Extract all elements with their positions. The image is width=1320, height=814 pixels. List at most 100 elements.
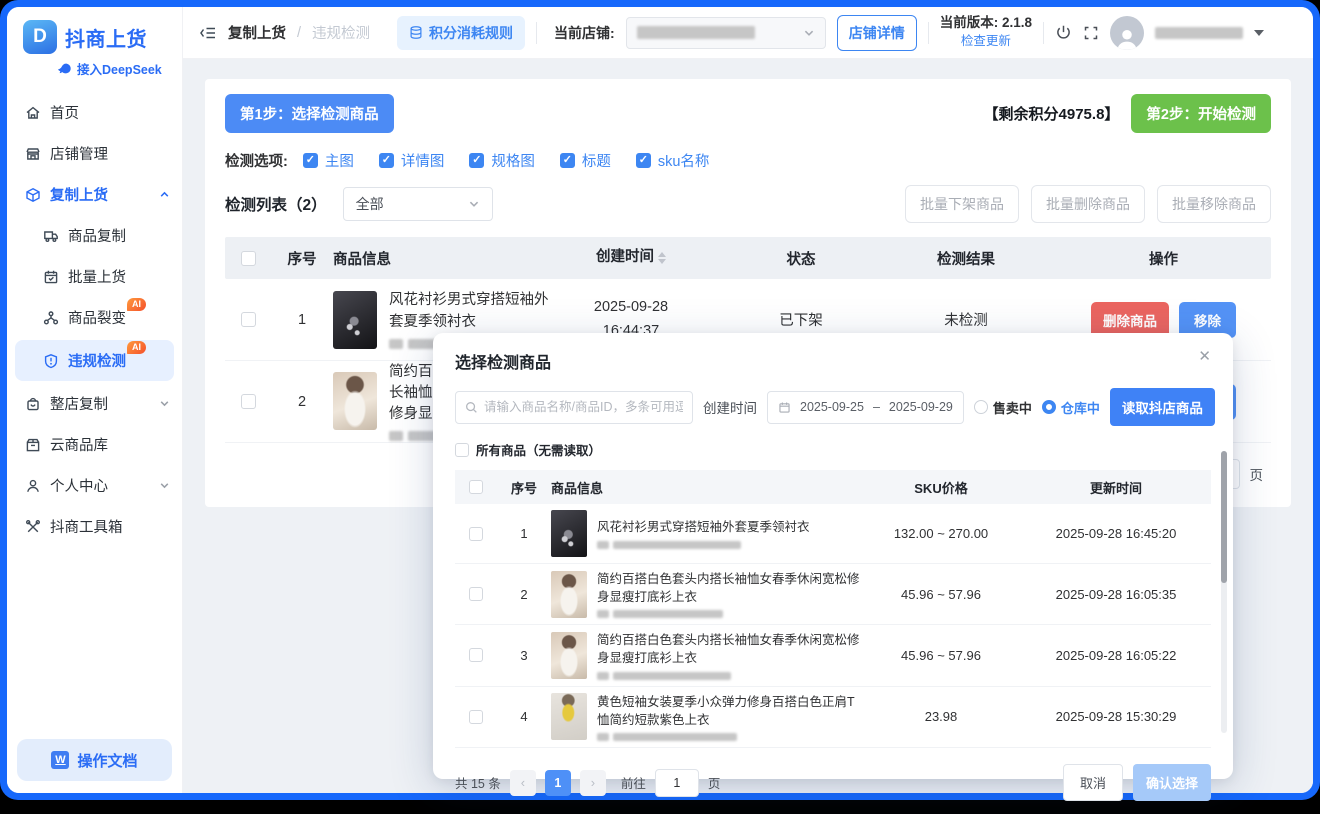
sidebar-item-label: 商品裂变 AI xyxy=(68,298,146,328)
collapse-sidebar-icon[interactable] xyxy=(199,25,217,41)
sidebar-item-label: 抖商工具箱 xyxy=(50,520,123,536)
date-end: 2025-09-29 xyxy=(888,400,953,414)
chevron-up-icon xyxy=(159,189,170,200)
ai-badge: AI xyxy=(127,298,146,311)
select-all-checkbox[interactable] xyxy=(240,250,256,266)
sidebar-item-label: 首页 xyxy=(50,106,79,122)
redacted-store-name xyxy=(636,26,755,39)
search-input[interactable] xyxy=(484,400,683,414)
col-header-info: 商品信息 xyxy=(333,251,391,268)
date-range-picker[interactable]: 2025-09-25 – 2025-09-29 xyxy=(767,390,964,424)
product-title: 风花衬衫男式穿搭短袖外套夏季领衬衣 xyxy=(389,292,549,330)
current-page-button[interactable]: 1 xyxy=(544,769,571,796)
sidebar-item-toolbox[interactable]: 抖商工具箱 xyxy=(7,506,182,547)
fullscreen-icon[interactable] xyxy=(1083,25,1099,41)
chevron-down-icon xyxy=(159,398,170,409)
row-checkbox[interactable] xyxy=(469,526,483,541)
deepseek-banner: 接入DeepSeek xyxy=(7,54,182,86)
option-title[interactable]: 标题 xyxy=(559,150,611,171)
checkbox[interactable] xyxy=(559,153,575,168)
product-search-box[interactable] xyxy=(455,390,693,424)
sidebar-item-label: 违规检测 AI xyxy=(68,341,146,371)
sidebar-item-copy-upload[interactable]: 复制上货 xyxy=(7,174,182,215)
sidebar-item-violation-check[interactable]: 违规检测 AI xyxy=(15,340,174,381)
row-checkbox[interactable] xyxy=(469,587,483,602)
sidebar-item-label: 批量上货 xyxy=(68,270,126,286)
checkbox[interactable] xyxy=(302,153,318,168)
fetch-store-products-button[interactable]: 读取抖店商品 xyxy=(1109,388,1215,426)
sidebar-item-store-management[interactable]: 店铺管理 xyxy=(7,133,182,174)
store-detail-button[interactable]: 店铺详情 xyxy=(836,14,917,51)
close-icon[interactable]: ✕ xyxy=(1198,349,1211,364)
caret-down-icon[interactable] xyxy=(1253,29,1264,36)
radio-icon[interactable] xyxy=(973,400,988,414)
row-checkbox[interactable] xyxy=(469,648,483,663)
checkbox[interactable] xyxy=(469,153,485,168)
user-avatar[interactable] xyxy=(1109,15,1144,50)
batch-unshelve-button[interactable]: 批量下架商品 xyxy=(905,185,1019,223)
operation-docs-button[interactable]: W 操作文档 xyxy=(17,739,172,781)
scrollbar-thumb[interactable] xyxy=(1221,451,1227,583)
goto-label: 前往 xyxy=(620,777,646,791)
row-index: 4 xyxy=(520,709,528,725)
sidebar-item-cloud-product-library[interactable]: 云商品库 xyxy=(7,424,182,465)
table-header-row: 序号 商品信息 创建时间 状态 检测结果 操作 xyxy=(225,237,1271,279)
power-icon[interactable] xyxy=(1055,24,1072,41)
checkbox[interactable] xyxy=(378,153,394,168)
sidebar-item-product-fission[interactable]: 商品裂变 AI xyxy=(7,297,182,338)
row-checkbox[interactable] xyxy=(469,709,483,724)
sidebar-item-home[interactable]: 首页 xyxy=(7,92,182,133)
breadcrumb-root[interactable]: 复制上货 xyxy=(228,22,286,43)
sidebar-item-personal-center[interactable]: 个人中心 xyxy=(7,465,182,506)
select-all-checkbox[interactable] xyxy=(469,480,483,494)
store-select[interactable] xyxy=(625,16,826,49)
sort-icon[interactable] xyxy=(658,251,666,264)
prev-page-button[interactable]: ‹ xyxy=(509,769,536,796)
radio-warehouse[interactable]: 仓库中 xyxy=(1041,398,1100,417)
radio-selling[interactable]: 售卖中 xyxy=(973,398,1032,417)
col-header-ctime[interactable]: 创建时间 xyxy=(536,246,726,269)
total-count: 共 15 条 xyxy=(455,777,501,791)
product-title: 简约百搭白色套头内搭长袖恤女春季休闲宽松修身显瘦打底衫上衣 xyxy=(597,633,860,666)
radio-icon[interactable] xyxy=(1041,400,1056,414)
step1-select-products-button[interactable]: 第1步：选择检测商品 xyxy=(225,94,394,133)
cube-icon xyxy=(26,187,40,202)
all-products-row[interactable]: 所有商品（无需读取） xyxy=(455,440,1211,459)
row-index: 1 xyxy=(520,526,528,541)
whale-icon xyxy=(58,63,71,74)
option-spec-image[interactable]: 规格图 xyxy=(469,150,535,171)
goto-page-input[interactable] xyxy=(654,768,699,797)
check-update-link[interactable]: 检查更新 xyxy=(940,33,1032,51)
bag-icon xyxy=(27,397,39,410)
next-page-button[interactable]: › xyxy=(579,769,606,796)
calendar-icon xyxy=(779,401,790,413)
points-rule-button[interactable]: 积分消耗规则 xyxy=(397,15,526,50)
option-detail-image[interactable]: 详情图 xyxy=(378,150,444,171)
all-products-checkbox[interactable] xyxy=(455,442,469,457)
step-row: 第1步：选择检测商品 【剩余积分4975.8】 第2步：开始检测 xyxy=(225,94,1271,133)
sidebar-item-label: 个人中心 xyxy=(50,479,108,495)
checkbox[interactable] xyxy=(635,153,651,168)
word-doc-icon: W xyxy=(51,751,70,769)
col-header-ops: 操作 xyxy=(1149,251,1178,268)
sidebar-item-product-copy[interactable]: 商品复制 xyxy=(7,215,182,256)
confirm-select-button[interactable]: 确认选择 xyxy=(1132,764,1211,801)
filter-value: 全部 xyxy=(355,196,384,212)
row-checkbox[interactable] xyxy=(240,312,256,327)
option-sku-name[interactable]: sku名称 xyxy=(635,150,709,171)
status-filter-select[interactable]: 全部 xyxy=(342,187,493,221)
option-label: 规格图 xyxy=(491,154,535,170)
sidebar-item-batch-upload[interactable]: 批量上货 xyxy=(7,256,182,297)
modal-scrollbar[interactable] xyxy=(1221,451,1227,733)
col-header-price: SKU价格 xyxy=(914,480,968,496)
tools-icon xyxy=(26,519,41,532)
row-checkbox[interactable] xyxy=(240,394,256,409)
sidebar-item-whole-store-copy[interactable]: 整店复制 xyxy=(7,383,182,424)
option-main-image[interactable]: 主图 xyxy=(302,150,354,171)
cancel-button[interactable]: 取消 xyxy=(1062,764,1123,801)
batch-delete-button[interactable]: 批量删除商品 xyxy=(1031,185,1145,223)
chevron-down-icon xyxy=(159,480,170,491)
user-icon xyxy=(27,479,39,492)
step2-start-check-button[interactable]: 第2步：开始检测 xyxy=(1131,94,1271,133)
batch-remove-button[interactable]: 批量移除商品 xyxy=(1157,185,1271,223)
